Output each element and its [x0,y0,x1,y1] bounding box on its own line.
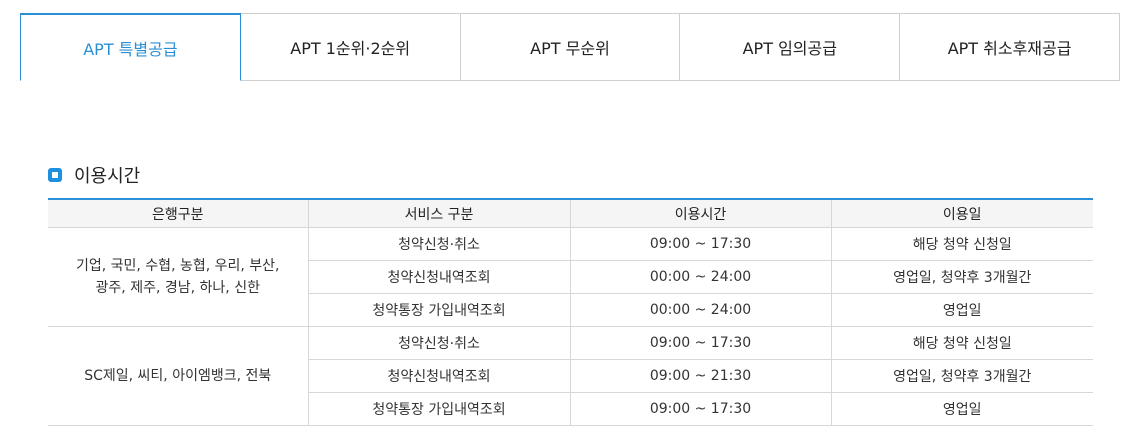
bank-group-cell: SC제일, 씨티, 아이엠뱅크, 전북 [48,326,308,426]
table-row: SC제일, 씨티, 아이엠뱅크, 전북 청약신청·취소 09:00 ~ 17:3… [48,326,1093,426]
column-header-service: 서비스 구분 [307,199,570,228]
column-header-time: 이용시간 [569,199,831,228]
day-cell: 영업일, 청약후 3개월간 [830,260,1093,294]
square-bullet-icon [48,168,62,182]
table-header-row: 은행구분 서비스 구분 이용시간 이용일 [48,199,1093,228]
tab-apt-first-second-rank[interactable]: APT 1순위·2순위 [240,13,461,81]
service-cell: 청약신청내역조회 [307,260,570,294]
time-cell: 09:00 ~ 17:30 [569,392,831,426]
tab-apt-special-supply[interactable]: APT 특별공급 [20,13,241,81]
time-cell: 09:00 ~ 17:30 [569,326,831,360]
tab-apt-no-rank[interactable]: APT 무순위 [460,13,681,81]
bank-group-label: 기업, 국민, 수협, 농협, 우리, 부산, 광주, 제주, 경남, 하나, … [75,258,280,296]
bank-group-label: SC제일, 씨티, 아이엠뱅크, 전북 [84,368,272,384]
day-cell: 영업일, 청약후 3개월간 [830,359,1093,393]
service-cell: 청약통장 가입내역조회 [307,392,570,426]
day-cell: 영업일 [830,392,1093,426]
tab-bar: APT 특별공급 APT 1순위·2순위 APT 무순위 APT 임의공급 AP… [20,13,1120,81]
table-row: 기업, 국민, 수협, 농협, 우리, 부산, 광주, 제주, 경남, 하나, … [48,227,1093,327]
day-cell: 해당 청약 신청일 [830,326,1093,360]
section-title-text: 이용시간 [74,166,141,187]
service-cell: 청약신청·취소 [307,227,570,261]
service-cell: 청약신청·취소 [307,326,570,360]
tab-apt-optional-supply[interactable]: APT 임의공급 [680,13,901,81]
time-cell: 09:00 ~ 21:30 [569,359,831,393]
time-cell: 00:00 ~ 24:00 [569,293,831,327]
usage-hours-table: 은행구분 서비스 구분 이용시간 이용일 기업, 국민, 수협, 농협, 우리,… [48,198,1093,426]
column-header-day: 이용일 [830,199,1093,228]
service-cell: 청약통장 가입내역조회 [307,293,570,327]
bank-group-cell: 기업, 국민, 수협, 농협, 우리, 부산, 광주, 제주, 경남, 하나, … [48,227,308,327]
section-heading: 이용시간 [48,162,140,188]
day-cell: 해당 청약 신청일 [830,227,1093,261]
column-header-bank: 은행구분 [48,199,308,228]
time-cell: 09:00 ~ 17:30 [569,227,831,261]
day-cell: 영업일 [830,293,1093,327]
time-cell: 00:00 ~ 24:00 [569,260,831,294]
service-cell: 청약신청내역조회 [307,359,570,393]
tab-apt-resupply-after-cancel[interactable]: APT 취소후재공급 [900,13,1120,81]
